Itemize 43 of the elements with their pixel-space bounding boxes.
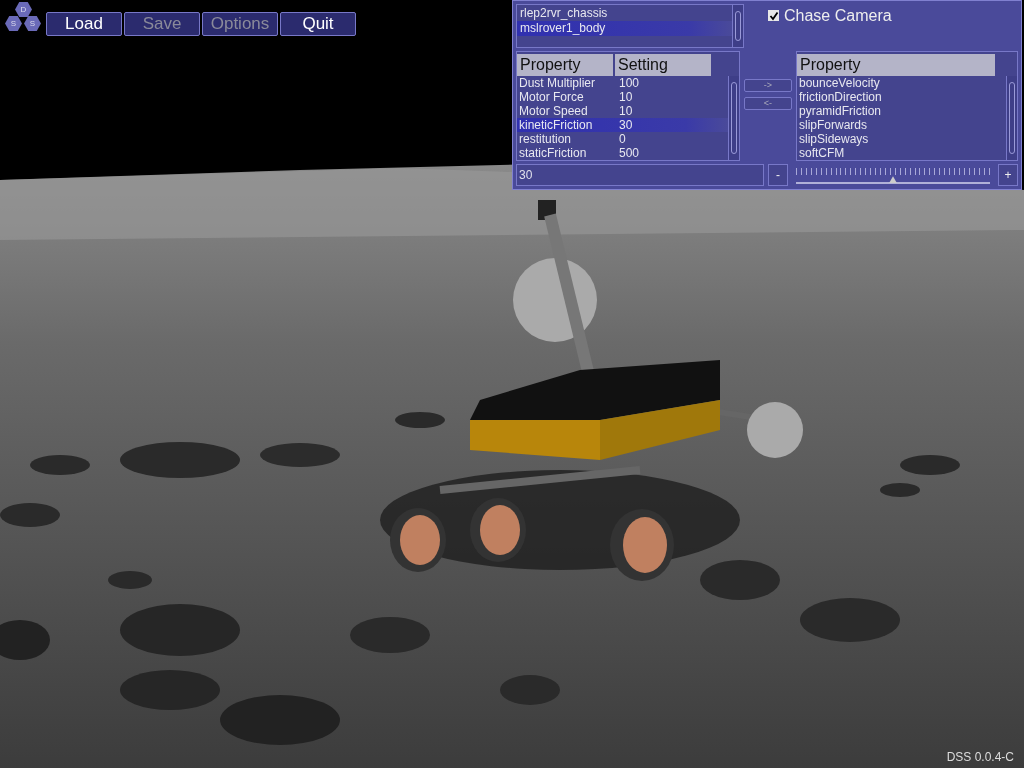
table-cell-text: restitution (518, 131, 573, 146)
body-list-item[interactable]: rlep2rvr_chassis (517, 6, 732, 21)
table-cell-text: 10 (619, 103, 634, 118)
table-cell-text: kineticFriction (518, 117, 594, 132)
value-field[interactable]: 30 (516, 164, 764, 186)
table-cell-text: Dust Multiplier (518, 75, 597, 90)
slider-thumb[interactable] (889, 176, 897, 184)
list-item[interactable]: bounceVelocity (797, 75, 1006, 90)
menu-button[interactable]: Load (46, 12, 122, 36)
scrollbar[interactable] (1006, 75, 1017, 161)
list-item[interactable]: slipSideways (797, 131, 1006, 146)
list-item[interactable]: pyramidFriction (797, 103, 1006, 118)
table-row[interactable]: Dust Multiplier 100 (517, 75, 728, 90)
list-item[interactable]: softCFM (797, 145, 1006, 160)
table-row[interactable]: Motor Force 10 (517, 89, 728, 104)
table-row[interactable]: staticFriction 500 (517, 145, 728, 160)
table-cell-text: staticFriction (518, 145, 588, 160)
table-cell-text: Motor Force (518, 89, 584, 104)
list-item[interactable]: frictionDirection (797, 89, 1006, 104)
table-cell-text: Motor Speed (518, 103, 589, 118)
checkbox-label: Chase Camera (784, 7, 892, 25)
body-list-item[interactable]: mslrover1_body (517, 21, 732, 36)
column-header[interactable]: Setting (615, 53, 711, 76)
list-item[interactable]: slipForwards (797, 117, 1006, 132)
menu-button[interactable]: Quit (280, 12, 356, 36)
decrement-button[interactable]: - (768, 164, 788, 186)
increment-button[interactable]: + (998, 164, 1018, 186)
move-right-button[interactable]: -> (744, 78, 792, 92)
column-header[interactable]: Property (797, 53, 995, 76)
move-left-button[interactable]: <- (744, 96, 792, 110)
scrollbar[interactable] (728, 75, 739, 161)
table-cell-text: 100 (619, 75, 641, 90)
table-row[interactable]: Motor Speed 10 (517, 103, 728, 118)
checkbox[interactable] (768, 10, 779, 21)
scrollbar[interactable] (732, 5, 743, 47)
table-cell-text: 0 (619, 131, 627, 146)
table-cell-text: 500 (619, 145, 641, 160)
table-cell-text: 10 (619, 89, 634, 104)
table-row[interactable]: restitution 0 (517, 131, 728, 146)
version-label: DSS 0.0.4-C (946, 750, 1014, 764)
column-header[interactable]: Property (517, 53, 613, 76)
table-row[interactable]: kineticFriction 30 (517, 117, 728, 132)
table-cell-text: 30 (619, 117, 634, 132)
